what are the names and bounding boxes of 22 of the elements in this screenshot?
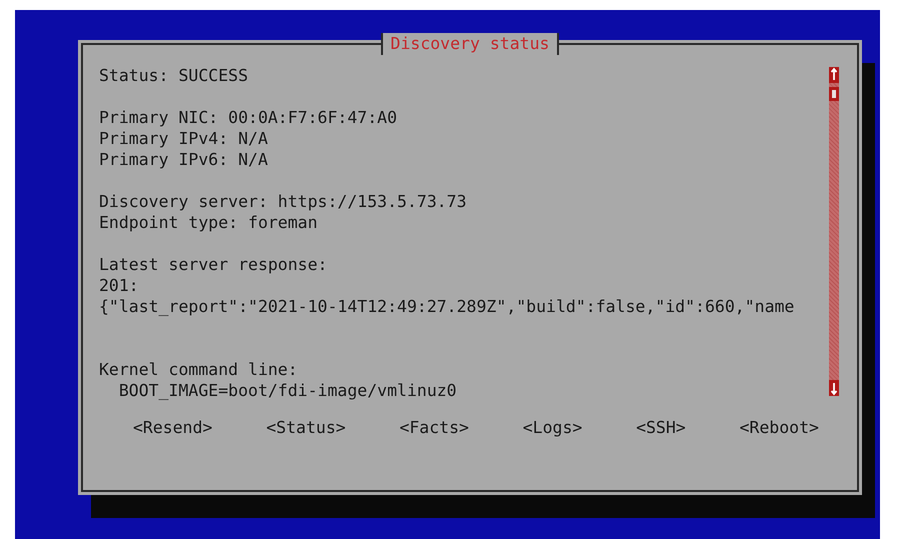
menu-button[interactable]: <SSH> [636, 417, 686, 438]
status-text: Endpoint type: foreman [99, 212, 319, 233]
status-text: Kernel command line: [99, 359, 299, 380]
status-text: Status: SUCCESS [99, 65, 250, 86]
scroll-thumb[interactable] [829, 87, 839, 101]
menu-button[interactable]: <Logs> [522, 417, 582, 438]
status-text: {"last_report":"2021-10-14T12:49:27.289Z","build":false,"id":660,"name [99, 296, 796, 317]
status-text: Primary NIC: 00:0A:F7:6F:47:A0 [99, 107, 398, 128]
menu-button[interactable]: <Reboot> [739, 417, 819, 438]
status-text: Latest server response: [99, 254, 328, 275]
status-text: BOOT_IMAGE=boot/fdi-image/vmlinuz0 [118, 380, 458, 401]
menu-button[interactable]: <Status> [266, 417, 346, 438]
menu-button[interactable]: <Resend> [133, 417, 212, 438]
scrollbar[interactable] [829, 67, 839, 396]
scroll-up-arrow-icon[interactable] [829, 67, 839, 83]
status-text: Discovery server: https://153.5.73.73 [99, 191, 468, 212]
status-text: 201: [99, 275, 140, 296]
scroll-down-arrow-icon[interactable] [829, 380, 839, 396]
status-text: Primary IPv4: N/A [99, 128, 269, 149]
window-title: Discovery status [380, 33, 560, 55]
menu-button[interactable]: <Facts> [399, 417, 469, 438]
status-text: Primary IPv6: N/A [99, 149, 269, 170]
